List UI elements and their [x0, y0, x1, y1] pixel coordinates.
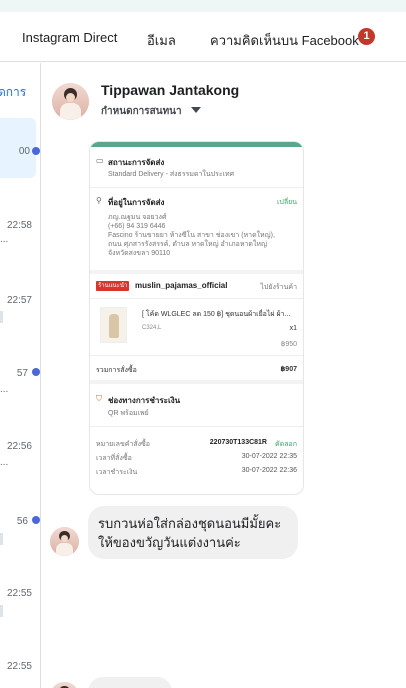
chevron-down-icon[interactable] [191, 107, 201, 113]
address-line: ภญ.ณฐมน จอยวงศ์ [108, 214, 167, 221]
conversation-item[interactable]: 56 [0, 511, 36, 571]
message-preview: ... [0, 457, 9, 468]
address-title: ที่อยู่ในการจัดส่ง [108, 198, 165, 207]
location-pin-icon: ⚲ [96, 196, 102, 205]
order-total-value[interactable]: ฿907 [280, 365, 297, 373]
divider [90, 426, 303, 427]
conversation-time: 22:55 [6, 588, 32, 599]
address-line: ถนน ศุภสารรังสรรค์, ตำบล หาดใหญ่ อำเภอหา… [108, 241, 267, 248]
product-price: ฿950 [280, 341, 297, 348]
contact-name[interactable]: Tippawan Jantakong [101, 82, 239, 98]
divider [90, 355, 303, 356]
message-preview: ... [0, 234, 9, 245]
product-variant: C324,L [142, 325, 162, 331]
conversation-time: 22:57 [6, 295, 32, 306]
go-to-shop-link[interactable]: ไปยังร้านค้า [260, 282, 297, 293]
channel-tabs: Instagram Direct อีเมล ความคิดเห็นบน Fac… [0, 12, 406, 62]
order-card[interactable]: ▭ สถานะการจัดส่ง Standard Delivery - ส่ง… [89, 141, 304, 495]
conversation-time: 57 [16, 368, 28, 379]
conversation-item[interactable]: 22:56 ... [0, 433, 36, 493]
contact-avatar[interactable] [52, 83, 89, 120]
conversation-item[interactable]: 57 ... [0, 360, 36, 420]
conversation-time: 56 [16, 516, 28, 527]
conversation-header: Tippawan Jantakong กำหนดการสนทนา [52, 82, 402, 122]
divider [90, 187, 303, 188]
order-number: 220730T133C81R [209, 439, 267, 446]
payment-time: 30-07-2022 22:36 [241, 467, 297, 474]
card-accent-bar [90, 142, 303, 147]
conversation-item[interactable]: 22:57 [0, 285, 36, 345]
conversation-time: 22:56 [6, 441, 32, 452]
message-preview: ... [0, 384, 9, 395]
conversation-list: ดการ 00 22:58 ... 22:57 57 ... 22:56 ...… [0, 63, 41, 688]
shop-name: muslin_pajamas_official [135, 281, 228, 290]
conversation-item[interactable]: 22:55 [0, 656, 36, 688]
sender-avatar[interactable] [50, 682, 79, 688]
tab-facebook-comments[interactable]: ความคิดเห็นบน Facebook [210, 30, 359, 51]
product-qty: x1 [289, 325, 297, 332]
tab-email[interactable]: อีเมล [147, 30, 176, 51]
conversation-time: 00 [18, 146, 30, 157]
shield-icon: ⛉ [96, 394, 102, 403]
address-change-link[interactable]: เปลี่ยน [277, 197, 297, 208]
preview-marker [0, 533, 3, 545]
tab-instagram-direct[interactable]: Instagram Direct [22, 30, 117, 45]
message-bubble[interactable]: รบกวนห่อใส่กล่องชุดนอนมีมั้ยคะ ให้ของขวั… [88, 506, 298, 559]
order-time: 30-07-2022 22:35 [241, 453, 297, 460]
unread-dot [32, 368, 40, 376]
divider [90, 298, 303, 299]
payment-title: ช่องทางการชำระเงิน [108, 396, 181, 405]
product-thumbnail [100, 307, 127, 343]
message-text-line: ให้ของขวัญวันแต่งงานค่ะ [98, 535, 241, 550]
manage-link[interactable]: ดการ [0, 83, 26, 102]
divider [90, 380, 303, 384]
address-line: Fascino ร้านขายยา ห้างซีโน สาขา ช่องเขา … [108, 232, 275, 239]
order-number-label: หมายเลขคำสั่งซื้อ [96, 441, 150, 448]
shop-badge: ร้านแนะนำ [96, 281, 130, 291]
conversation-item[interactable]: 22:58 ... [0, 208, 36, 268]
copy-order-link[interactable]: คัดลอก [275, 439, 297, 450]
top-strip [0, 0, 406, 12]
order-total-label: รวมการสั่งซื้อ [96, 367, 137, 374]
divider [90, 270, 303, 274]
address-line: (+66) 94 319 6446 [108, 223, 166, 230]
payment-time-label: เวลาชำระเงิน [96, 469, 138, 476]
conversation-time: 22:55 [6, 661, 32, 672]
address-line: จังหวัดสงขลา 90110 [108, 250, 171, 257]
sender-avatar[interactable] [50, 527, 79, 556]
payment-text: QR พร้อมเพย์ [108, 410, 149, 417]
conversation-time: 22:58 [6, 220, 32, 231]
shipping-status-title: สถานะการจัดส่ง [108, 158, 165, 167]
order-time-label: เวลาที่สั่งซื้อ [96, 455, 132, 462]
preview-marker [0, 605, 3, 617]
product-name: [ โค้ด WLGLEC ลด 150 ฿] ชุดนอนผ้าเยื่อไผ… [142, 311, 291, 318]
unread-dot [32, 147, 40, 155]
message-bubble[interactable] [88, 677, 172, 688]
facebook-comments-badge: 1 [358, 28, 375, 45]
label-dropdown[interactable]: กำหนดการสนทนา [101, 104, 182, 119]
preview-marker [0, 311, 3, 323]
message-text-line: รบกวนห่อใส่กล่องชุดนอนมีมั้ยคะ [98, 516, 282, 531]
conversation-item[interactable]: 22:55 [0, 583, 36, 643]
shipping-status-text: Standard Delivery - ส่งธรรมดาในประเทศ [108, 171, 235, 178]
conversation-item[interactable]: 00 [0, 118, 36, 178]
truck-icon: ▭ [96, 156, 104, 165]
unread-dot [32, 516, 40, 524]
